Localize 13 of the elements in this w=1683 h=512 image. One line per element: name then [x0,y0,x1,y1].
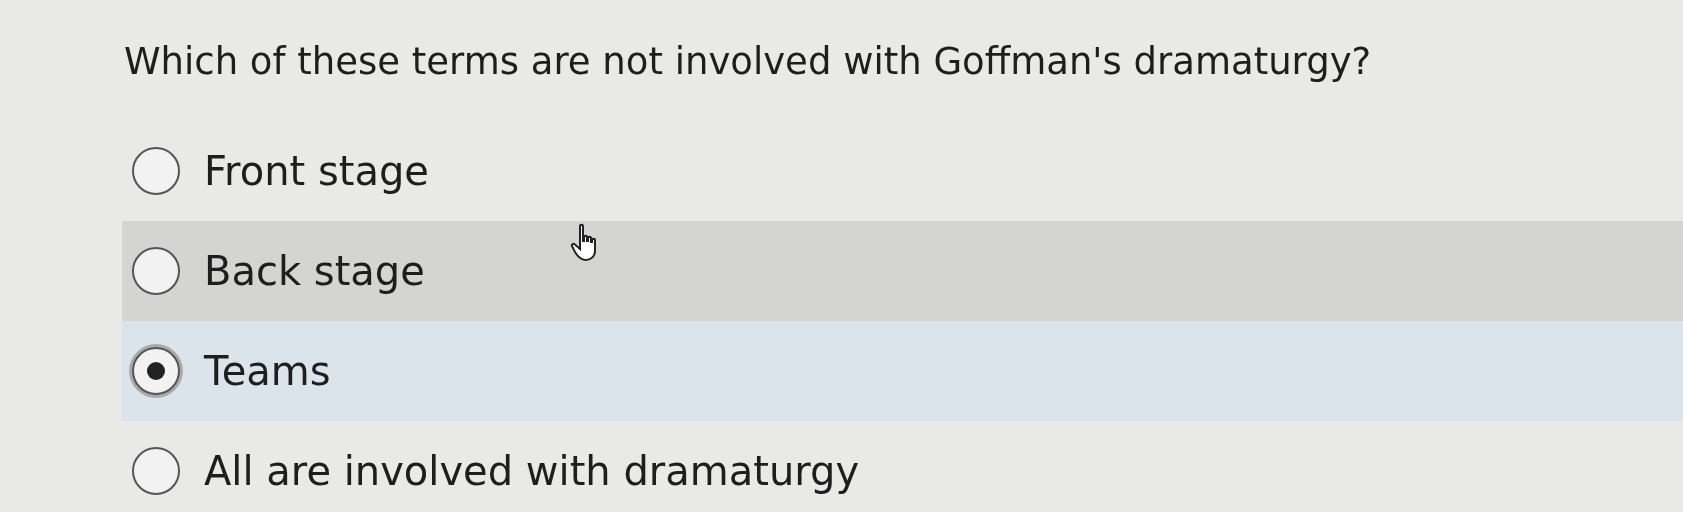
option-label: Back stage [204,248,425,294]
answer-option[interactable]: Front stage [122,121,1683,221]
option-label: Teams [204,348,331,394]
radio-button[interactable] [132,147,180,195]
answer-option[interactable]: Back stage [122,221,1683,321]
option-label: All are involved with dramaturgy [204,448,860,494]
answer-option[interactable]: Teams [122,321,1683,421]
question-text: Which of these terms are not involved with Goffman's dramaturgy? [123,40,1373,83]
radio-button[interactable] [132,347,180,395]
option-label: Front stage [204,148,429,194]
radio-button[interactable] [132,247,180,295]
answer-option[interactable]: All are involved with dramaturgy [122,421,1683,512]
radio-button[interactable] [132,447,180,495]
